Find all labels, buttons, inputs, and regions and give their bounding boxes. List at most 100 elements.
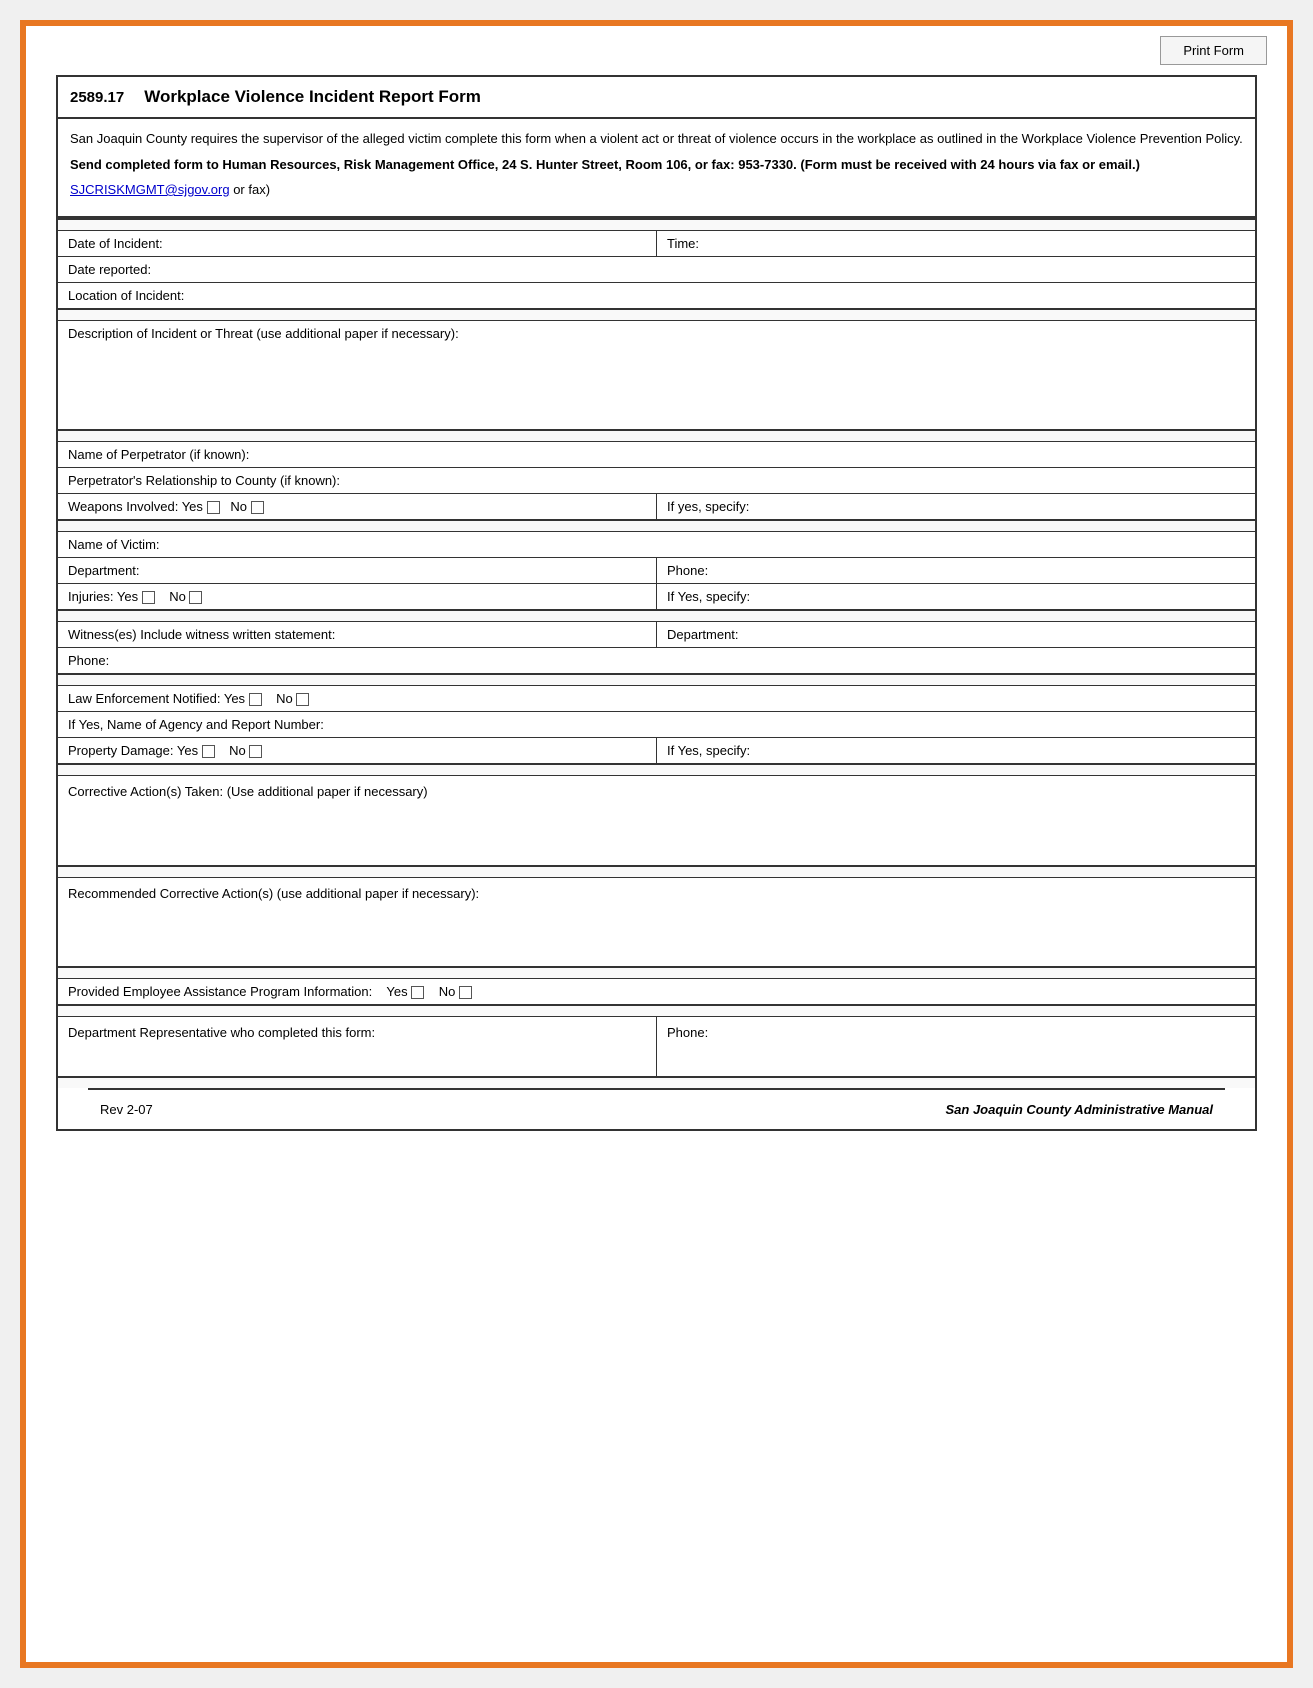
form-number: 2589.17	[70, 89, 124, 106]
law-enforcement-yes-checkbox[interactable]	[249, 693, 262, 706]
agency-report-input[interactable]	[327, 717, 1033, 732]
spacer-2	[58, 309, 1255, 321]
property-damage-specify-cell: If Yes, specify:	[657, 738, 1256, 765]
witness-phone-label: Phone:	[68, 653, 109, 668]
injuries-specify-cell: If Yes, specify:	[657, 584, 1256, 611]
spacer-6	[58, 674, 1255, 686]
property-damage-no-checkbox[interactable]	[249, 745, 262, 758]
time-cell: Time:	[657, 230, 1256, 256]
intro-paragraph3-suffix: or fax)	[230, 182, 270, 197]
weapons-specify-cell: If yes, specify:	[657, 494, 1256, 521]
form-title: Workplace Violence Incident Report Form	[144, 87, 481, 107]
date-of-incident-label: Date of Incident:	[68, 236, 163, 251]
perpetrator-name-label: Name of Perpetrator (if known):	[68, 447, 249, 462]
description-row: Description of Incident or Threat (use a…	[58, 320, 1255, 430]
weapons-specify-input[interactable]	[753, 499, 1129, 514]
injuries-no-label: No	[169, 589, 186, 604]
injuries-specify-input[interactable]	[754, 589, 1130, 604]
print-button-area: Print Form	[26, 26, 1287, 75]
dept-rep-cell: Department Representative who completed …	[58, 1017, 657, 1077]
time-input[interactable]	[703, 236, 1108, 251]
property-damage-cell: Property Damage: Yes No	[58, 738, 657, 765]
description-label: Description of Incident or Threat (use a…	[68, 326, 1245, 341]
dept-rep-row: Department Representative who completed …	[58, 1017, 1255, 1077]
spacer-1	[58, 219, 1255, 231]
agency-report-cell: If Yes, Name of Agency and Report Number…	[58, 712, 1255, 738]
dept-rep-phone-input[interactable]	[712, 1025, 1117, 1040]
dept-rep-phone-label: Phone:	[667, 1025, 708, 1040]
witness-dept-label: Department:	[667, 627, 739, 642]
spacer-10	[58, 1005, 1255, 1017]
employee-assistance-cell: Provided Employee Assistance Program Inf…	[58, 979, 1255, 1006]
location-label: Location of Incident:	[68, 288, 184, 303]
victim-name-row: Name of Victim:	[58, 532, 1255, 558]
property-damage-specify-label: If Yes, specify:	[667, 743, 750, 758]
witness-dept-input[interactable]	[742, 627, 1118, 642]
weapons-no-label: No	[230, 499, 247, 514]
recommended-corrective-label: Recommended Corrective Action(s) (use ad…	[68, 886, 479, 901]
perpetrator-name-input[interactable]	[253, 447, 1077, 462]
date-of-incident-input[interactable]	[166, 236, 513, 251]
injuries-row: Injuries: Yes No If Yes, specify:	[58, 584, 1255, 611]
print-form-button[interactable]: Print Form	[1160, 36, 1267, 65]
form-footer: Rev 2-07 San Joaquin County Administrati…	[88, 1088, 1225, 1129]
victim-dept-phone-row: Department: Phone:	[58, 558, 1255, 584]
form-intro: San Joaquin County requires the supervis…	[58, 119, 1255, 218]
employee-assistance-row: Provided Employee Assistance Program Inf…	[58, 979, 1255, 1006]
witness-phone-cell: Phone:	[58, 648, 1255, 675]
property-damage-label: Property Damage: Yes	[68, 743, 198, 758]
agency-report-row: If Yes, Name of Agency and Report Number…	[58, 712, 1255, 738]
victim-name-input[interactable]	[163, 537, 1046, 552]
employee-assistance-label: Provided Employee Assistance Program Inf…	[68, 984, 372, 999]
injuries-specify-label: If Yes, specify:	[667, 589, 750, 604]
location-input[interactable]	[188, 288, 1130, 303]
spacer-3	[58, 430, 1255, 442]
spacer-5	[58, 610, 1255, 622]
injuries-label: Injuries: Yes	[68, 589, 138, 604]
weapons-cell: Weapons Involved: Yes No	[58, 494, 657, 521]
dept-rep-phone-cell: Phone:	[657, 1017, 1256, 1077]
time-label: Time:	[667, 236, 699, 251]
date-of-incident-cell: Date of Incident:	[58, 230, 657, 256]
injuries-no-checkbox[interactable]	[189, 591, 202, 604]
eap-yes-checkbox[interactable]	[411, 986, 424, 999]
witness-phone-input[interactable]	[113, 653, 1055, 668]
corrective-action-label: Corrective Action(s) Taken: (Use additio…	[68, 784, 428, 799]
victim-name-label: Name of Victim:	[68, 537, 160, 552]
victim-phone-label: Phone:	[667, 563, 708, 578]
spacer-4	[58, 520, 1255, 532]
law-enforcement-no-checkbox[interactable]	[296, 693, 309, 706]
spacer-11	[58, 1077, 1255, 1088]
recommended-corrective-row: Recommended Corrective Action(s) (use ad…	[58, 877, 1255, 967]
weapons-yes-checkbox[interactable]	[207, 501, 220, 514]
injuries-yes-checkbox[interactable]	[142, 591, 155, 604]
perpetrator-name-cell: Name of Perpetrator (if known):	[58, 442, 1255, 468]
weapons-row: Weapons Involved: Yes No If yes, specify…	[58, 494, 1255, 521]
perpetrator-relationship-cell: Perpetrator's Relationship to County (if…	[58, 468, 1255, 494]
date-reported-input[interactable]	[155, 262, 1097, 277]
witness-phone-row: Phone:	[58, 648, 1255, 675]
date-reported-row: Date reported:	[58, 256, 1255, 282]
perpetrator-relationship-input[interactable]	[344, 473, 1050, 488]
law-enforcement-label: Law Enforcement Notified: Yes	[68, 691, 245, 706]
spacer-9	[58, 967, 1255, 979]
witness-label: Witness(es) Include witness written stat…	[68, 627, 335, 642]
property-damage-specify-input[interactable]	[754, 743, 1101, 758]
weapons-label: Weapons Involved: Yes	[68, 499, 203, 514]
property-damage-row: Property Damage: Yes No If Yes, specify:	[58, 738, 1255, 765]
intro-paragraph2: Send completed form to Human Resources, …	[70, 157, 1140, 172]
property-damage-yes-checkbox[interactable]	[202, 745, 215, 758]
witness-cell: Witness(es) Include witness written stat…	[58, 622, 657, 648]
date-reported-label: Date reported:	[68, 262, 151, 277]
date-time-row: Date of Incident: Time:	[58, 230, 1255, 256]
intro-paragraph1: San Joaquin County requires the supervis…	[70, 129, 1243, 149]
intro-email-link[interactable]: SJCRISKMGMT@sjgov.org	[70, 182, 230, 197]
eap-no-checkbox[interactable]	[459, 986, 472, 999]
victim-phone-input[interactable]	[712, 563, 1117, 578]
victim-phone-cell: Phone:	[657, 558, 1256, 584]
page-wrapper: Print Form 2589.17 Workplace Violence In…	[20, 20, 1293, 1668]
property-damage-no-label: No	[229, 743, 246, 758]
date-reported-cell: Date reported:	[58, 256, 1255, 282]
weapons-no-checkbox[interactable]	[251, 501, 264, 514]
victim-dept-input[interactable]	[143, 563, 548, 578]
